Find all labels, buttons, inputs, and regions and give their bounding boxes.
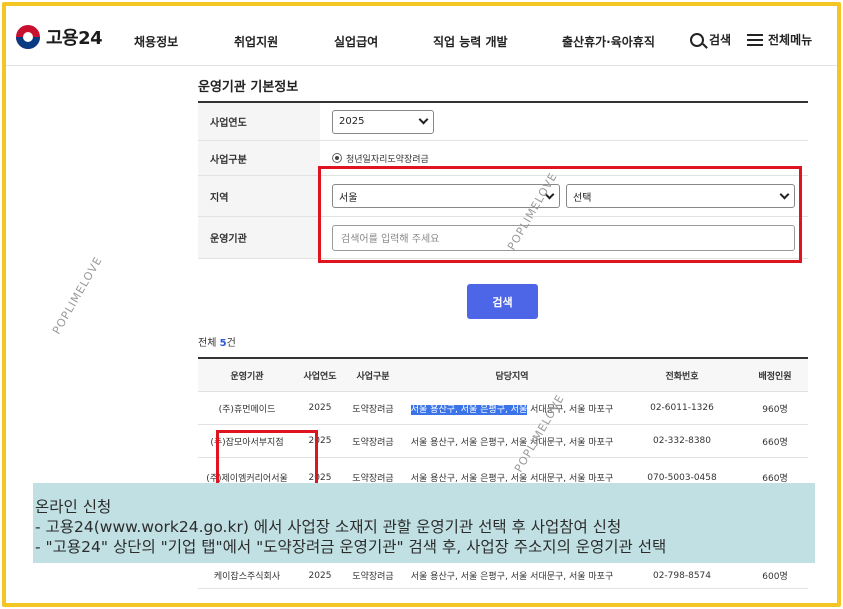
chevron-down-icon — [418, 114, 429, 125]
table-row[interactable]: 케이잡스주식회사 2025 도약장려금 서울 용산구, 서울 은평구, 서울 서… — [198, 563, 808, 589]
search-button[interactable]: 검색 — [467, 284, 538, 319]
logo[interactable]: 고용24 — [16, 24, 103, 50]
header-search-label: 검색 — [709, 33, 732, 47]
table-header-row: 운영기관 사업연도 사업구분 담당지역 전화번호 배정인원 — [198, 359, 808, 392]
cell-year: 2025 — [308, 403, 332, 413]
form-row-year: 사업연도 2025 — [198, 103, 808, 141]
nav-item-parental-leave[interactable]: 출산휴가·육아휴직 — [562, 33, 655, 50]
selected-text: 서울 용산구, 서울 은평구, 서울 — [410, 404, 528, 415]
hamburger-icon — [747, 33, 763, 46]
table-row[interactable]: (주)휴먼메이드 2025 도약장려금 서울 용산구, 서울 은평구, 서울 서… — [198, 392, 808, 425]
year-label: 사업연도 — [198, 103, 320, 140]
cell-region: 서울 용산구, 서울 은평구, 서울 서대문구, 서울 마포구 — [410, 572, 614, 582]
col-header: 사업연도 — [303, 371, 337, 382]
org-label: 운영기관 — [198, 217, 320, 258]
year-select[interactable]: 2025 — [332, 109, 434, 134]
site-header: 고용24 채용정보 취업지원 실업급여 직업 능력 개발 출산휴가·육아휴직 검… — [6, 6, 837, 66]
nav-item-vocational-training[interactable]: 직업 능력 개발 — [433, 33, 508, 50]
cell-region: 서울 용산구, 서울 은평구, 서울 서대문구, 서울 마포구 — [410, 437, 614, 448]
overlay-line: 온라인 신청 — [35, 498, 112, 516]
overlay-line: - "고용24" 상단의 "기업 탭"에서 "도약장려금 운영기관" 검색 후,… — [35, 538, 667, 556]
cell-phone: 02-6011-1326 — [650, 403, 714, 413]
cell-count: 960명 — [762, 404, 788, 415]
highlight-box-region — [318, 166, 802, 263]
region-label: 지역 — [198, 176, 320, 216]
taegeuk-logo-icon — [16, 25, 40, 49]
overlay-line: - 고용24(www.work24.go.kr) 에서 사업장 소재지 관할 운… — [35, 518, 622, 536]
col-header: 배정인원 — [758, 371, 792, 382]
year-select-value: 2025 — [339, 116, 365, 127]
result-total: 전체 5건 — [198, 338, 236, 349]
cell-org[interactable]: 케이잡스주식회사 — [198, 569, 296, 582]
cell-org[interactable]: (주)휴먼메이드 — [198, 402, 296, 415]
cell-year: 2025 — [308, 570, 332, 581]
cell-type: 도약장려금 — [352, 404, 394, 415]
type-label: 사업구분 — [198, 141, 320, 175]
col-header: 전화번호 — [665, 371, 699, 382]
nav-item-unemployment-benefit[interactable]: 실업급여 — [334, 33, 378, 50]
cell-phone: 02-332-8380 — [652, 436, 712, 446]
cell-count: 600명 — [762, 572, 788, 582]
cell-phone: 02-798-8574 — [652, 570, 712, 581]
col-header: 사업구분 — [356, 371, 390, 382]
cell-region: 서울 용산구, 서울 은평구, 서울 서대문구, 서울 마포구 — [410, 404, 614, 415]
type-radio-label: 청년일자리도약장려금 — [346, 154, 429, 165]
search-icon — [690, 32, 704, 47]
cell-type: 도약장려금 — [352, 437, 394, 448]
full-menu-button[interactable]: 전체메뉴 — [747, 31, 812, 48]
full-menu-label: 전체메뉴 — [768, 33, 813, 47]
nav-item-employment-support[interactable]: 취업지원 — [234, 33, 278, 50]
result-count: 5 — [219, 338, 227, 349]
highlight-box-org — [216, 430, 318, 486]
col-header: 담당지역 — [495, 371, 529, 382]
nav-item-jobs[interactable]: 채용정보 — [134, 33, 178, 50]
col-header: 운영기관 — [230, 371, 264, 382]
header-search-button[interactable]: 검색 — [690, 31, 731, 48]
section-title: 운영기관 기본정보 — [198, 80, 299, 95]
instruction-overlay: 온라인 신청 - 고용24(www.work24.go.kr) 에서 사업장 소… — [33, 483, 815, 563]
cell-type: 도약장려금 — [352, 572, 394, 582]
type-radio[interactable]: 청년일자리도약장려금 — [332, 152, 429, 165]
cell-phone: 070-5003-0458 — [647, 472, 717, 483]
cell-count: 660명 — [762, 437, 788, 448]
radio-selected-icon — [332, 153, 342, 163]
logo-text: 고용24 — [46, 28, 103, 49]
